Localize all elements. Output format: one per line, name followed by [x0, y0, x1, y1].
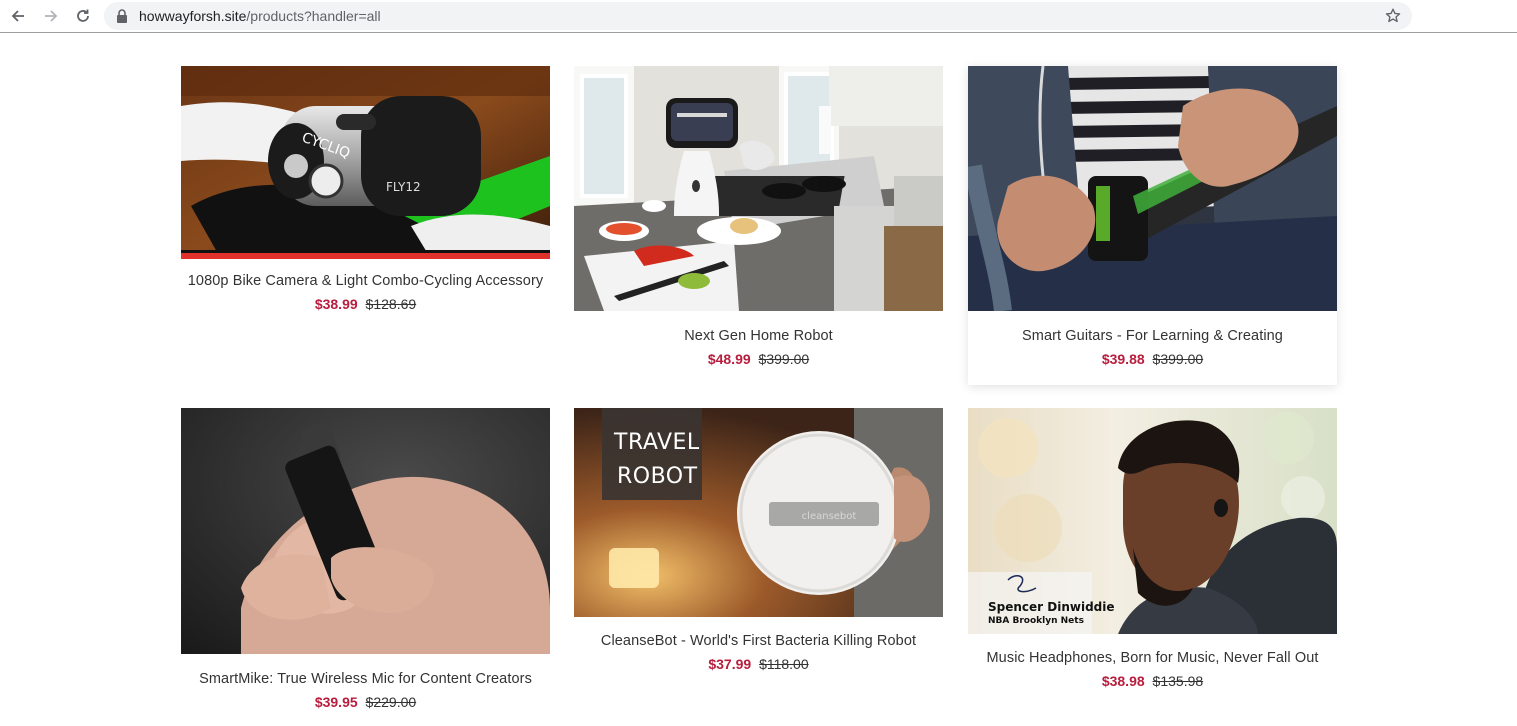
product-title[interactable]: SmartMike: True Wireless Mic for Content… [181, 671, 550, 687]
url-path: /products?handler=all [246, 8, 381, 24]
sale-price: $39.95 [314, 694, 358, 710]
product-image[interactable] [574, 66, 943, 311]
brand-text-fly12: FLY12 [386, 180, 421, 194]
product-title[interactable]: CleanseBot - World's First Bacteria Kill… [574, 633, 943, 649]
product-prices: $48.99 $399.00 [574, 351, 943, 367]
lock-icon [117, 9, 127, 23]
product-title[interactable]: 1080p Bike Camera & Light Combo-Cycling … [181, 273, 550, 289]
product-prices: $39.88 $399.00 [968, 351, 1337, 367]
sale-price: $39.88 [1101, 351, 1145, 367]
product-card-cleansebot[interactable]: cleansebot TRAVEL ROBOT CleanseBot - Wor… [574, 408, 943, 672]
product-card-music-headphones[interactable]: Spencer Dinwiddie NBA Brooklyn Nets Musi… [968, 408, 1337, 689]
product-prices: $37.99 $118.00 [574, 656, 943, 672]
product-image[interactable]: cleansebot TRAVEL ROBOT [574, 408, 943, 617]
sale-price: $48.99 [707, 351, 751, 367]
product-image[interactable]: Spencer Dinwiddie NBA Brooklyn Nets [968, 408, 1337, 634]
product-image[interactable] [181, 408, 550, 654]
product-card-smart-guitar[interactable]: Smart Guitars - For Learning & Creating … [968, 66, 1337, 385]
address-bar[interactable]: howwayforsh.site/products?handler=all [104, 2, 1412, 30]
product-card-bike-camera[interactable]: CYCLIQ FLY12 1080p Bike Camera & Light C… [181, 66, 550, 312]
product-prices: $38.98 $135.98 [968, 673, 1337, 689]
original-price: $128.69 [365, 296, 417, 312]
athlete-name-caption: Spencer Dinwiddie [988, 600, 1115, 614]
original-price: $399.00 [758, 351, 810, 367]
original-price: $399.00 [1152, 351, 1204, 367]
browser-toolbar: howwayforsh.site/products?handler=all [0, 0, 1517, 33]
original-price: $135.98 [1152, 673, 1204, 689]
url-text[interactable]: howwayforsh.site/products?handler=all [139, 8, 381, 24]
product-title[interactable]: Music Headphones, Born for Music, Never … [968, 650, 1337, 666]
back-arrow-icon[interactable] [6, 4, 30, 28]
product-prices: $39.95 $229.00 [181, 694, 550, 710]
sale-price: $38.99 [314, 296, 358, 312]
product-title[interactable]: Next Gen Home Robot [574, 328, 943, 344]
product-prices: $38.99 $128.69 [181, 296, 550, 312]
athlete-team-caption: NBA Brooklyn Nets [988, 616, 1084, 626]
sale-price: $38.98 [1101, 673, 1145, 689]
product-card-home-robot[interactable]: Next Gen Home Robot $48.99 $399.00 [574, 66, 943, 367]
reload-icon[interactable] [71, 4, 95, 28]
url-host: howwayforsh.site [139, 8, 247, 24]
original-price: $118.00 [759, 656, 809, 672]
bookmark-star-icon[interactable] [1384, 7, 1402, 25]
product-image[interactable]: CYCLIQ FLY12 [181, 66, 550, 259]
product-card-smartmike[interactable]: SmartMike: True Wireless Mic for Content… [181, 408, 550, 710]
sale-price: $37.99 [708, 656, 752, 672]
original-price: $229.00 [365, 694, 417, 710]
product-image[interactable] [968, 66, 1337, 311]
forward-arrow-icon[interactable] [39, 4, 63, 28]
device-brand-text: cleansebot [802, 511, 857, 522]
product-title[interactable]: Smart Guitars - For Learning & Creating [968, 328, 1337, 344]
travel-caption: TRAVEL [614, 430, 700, 455]
robot-caption: ROBOT [617, 464, 698, 489]
